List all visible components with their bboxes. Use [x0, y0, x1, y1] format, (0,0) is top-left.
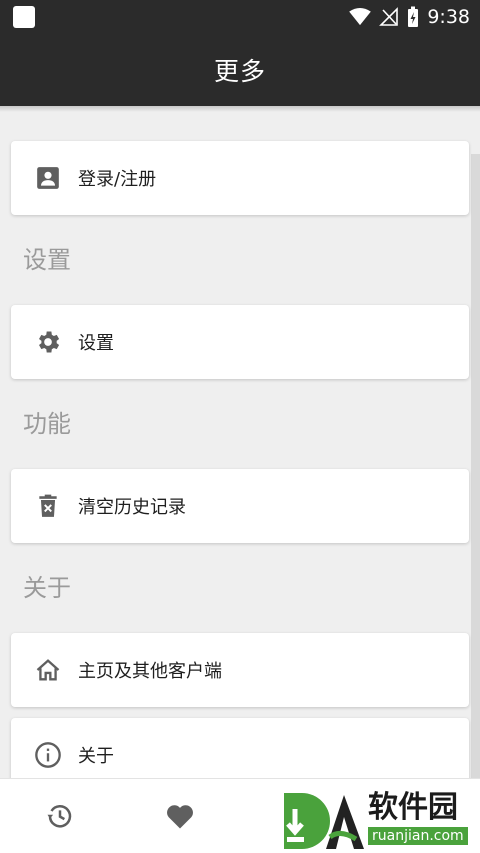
info-icon [34, 741, 62, 769]
wifi-icon [349, 8, 372, 26]
watermark: 软件园 ruanjian.com [282, 791, 474, 853]
clear-history-label: 清空历史记录 [78, 497, 186, 518]
homepage-label: 主页及其他客户端 [78, 661, 222, 682]
clear-history-card[interactable]: 清空历史记录 [11, 469, 469, 543]
delete-icon [34, 492, 62, 520]
nav-history[interactable] [43, 799, 77, 833]
section-title-settings: 设置 [23, 246, 71, 274]
heart-icon [167, 805, 193, 829]
watermark-logo [282, 791, 366, 853]
settings-card[interactable]: 设置 [11, 305, 469, 379]
status-bar: 9:38 [0, 0, 480, 34]
battery-charging-icon [408, 6, 419, 27]
gear-icon [34, 328, 62, 356]
status-time: 9:38 [427, 6, 470, 28]
no-signal-icon [379, 7, 399, 26]
section-title-features: 功能 [23, 410, 71, 438]
page-title: 更多 [213, 57, 266, 86]
about-label: 关于 [78, 746, 114, 767]
login-label: 登录/注册 [78, 169, 157, 190]
watermark-brand: 软件园 [368, 790, 458, 825]
account-box-icon [34, 164, 62, 192]
home-icon [34, 656, 62, 684]
nav-favorites[interactable] [163, 799, 197, 833]
notification-icon [13, 6, 35, 28]
login-card[interactable]: 登录/注册 [11, 141, 469, 215]
content-area[interactable]: 登录/注册 设置 设置 功能 清空历史记录 关于 主页及其他客户端 关于 [0, 106, 480, 778]
about-card[interactable]: 关于 [11, 718, 469, 778]
watermark-url: ruanjian.com [368, 827, 468, 845]
appbar-shadow [0, 106, 480, 112]
settings-label: 设置 [78, 333, 114, 354]
scrollbar[interactable] [471, 154, 480, 778]
app-bar: 更多 [0, 34, 480, 106]
homepage-card[interactable]: 主页及其他客户端 [11, 633, 469, 707]
section-title-about: 关于 [23, 574, 71, 602]
history-icon [47, 805, 72, 828]
